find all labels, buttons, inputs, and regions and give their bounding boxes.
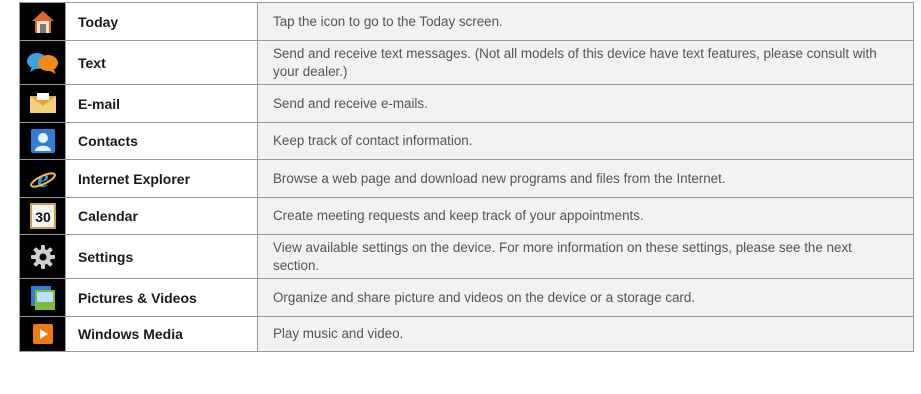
app-name: Calendar <box>65 197 258 235</box>
calendar-icon: 30 <box>29 203 56 229</box>
app-description: Organize and share picture and videos on… <box>257 278 914 317</box>
pictures-videos-icon <box>29 285 57 311</box>
email-envelope-icon <box>29 92 57 115</box>
app-name: E-mail <box>65 84 258 123</box>
app-name: Pictures & Videos <box>65 278 258 317</box>
app-name: Contacts <box>65 122 258 160</box>
table-row-calendar: 30 Calendar Create meeting requests and … <box>19 197 914 235</box>
icon-cell <box>19 316 66 352</box>
internet-explorer-icon: e <box>29 165 57 193</box>
table-row-pictures-videos: Pictures & Videos Organize and share pic… <box>19 278 914 317</box>
app-description: Send and receive text messages. (Not all… <box>257 40 914 85</box>
settings-gear-icon <box>30 244 56 270</box>
app-description: Play music and video. <box>257 316 914 352</box>
svg-text:e: e <box>37 165 49 193</box>
features-table: Today Tap the icon to go to the Today sc… <box>19 2 914 352</box>
table-row-windows-media: Windows Media Play music and video. <box>19 316 914 352</box>
today-house-icon <box>30 9 56 35</box>
icon-cell <box>19 40 66 85</box>
app-description: Tap the icon to go to the Today screen. <box>257 2 914 41</box>
app-name: Windows Media <box>65 316 258 352</box>
icon-cell <box>19 84 66 123</box>
table-row-contacts: Contacts Keep track of contact informati… <box>19 122 914 160</box>
app-name: Text <box>65 40 258 85</box>
app-description: Keep track of contact information. <box>257 122 914 160</box>
table-row-text: Text Send and receive text messages. (No… <box>19 40 914 85</box>
icon-cell <box>19 234 66 279</box>
windows-media-icon <box>32 323 54 345</box>
icon-cell: 30 <box>19 197 66 235</box>
icon-cell: e <box>19 159 66 198</box>
app-description: Browse a web page and download new progr… <box>257 159 914 198</box>
contacts-person-icon <box>30 128 56 154</box>
text-speech-bubbles-icon <box>26 50 60 76</box>
icon-cell <box>19 278 66 317</box>
app-name: Settings <box>65 234 258 279</box>
app-name: Today <box>65 2 258 41</box>
app-name: Internet Explorer <box>65 159 258 198</box>
svg-text:30: 30 <box>35 209 51 225</box>
table-row-internet-explorer: e Internet Explorer Browse a web page an… <box>19 159 914 198</box>
icon-cell <box>19 122 66 160</box>
app-description: Create meeting requests and keep track o… <box>257 197 914 235</box>
table-row-today: Today Tap the icon to go to the Today sc… <box>19 2 914 41</box>
table-row-email: E-mail Send and receive e-mails. <box>19 84 914 123</box>
icon-cell <box>19 2 66 41</box>
table-row-settings: Settings View available settings on the … <box>19 234 914 279</box>
app-description: Send and receive e-mails. <box>257 84 914 123</box>
app-description: View available settings on the device. F… <box>257 234 914 279</box>
